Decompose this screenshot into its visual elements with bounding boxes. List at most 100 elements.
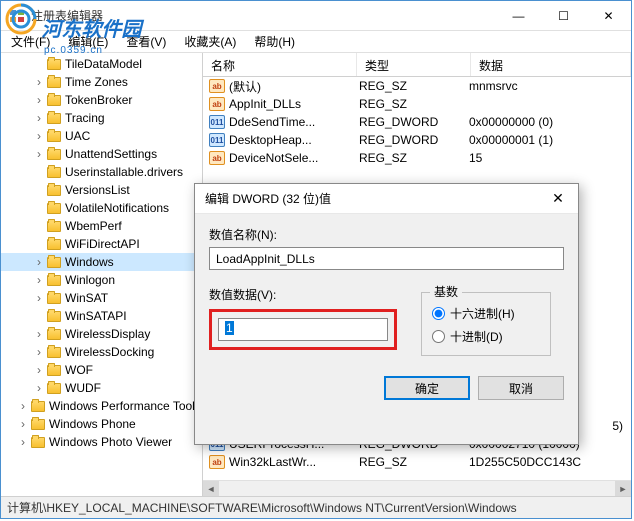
expand-icon[interactable]: › <box>33 111 45 125</box>
tree-item-label: WirelessDocking <box>65 345 154 359</box>
expand-icon[interactable]: › <box>33 363 45 377</box>
tree-item[interactable]: ›Time Zones <box>1 73 202 91</box>
tree-item[interactable]: ›UnattendSettings <box>1 145 202 163</box>
ok-button[interactable]: 确定 <box>384 376 470 400</box>
tree-item[interactable]: VersionsList <box>1 181 202 199</box>
expand-icon[interactable]: › <box>33 75 45 89</box>
value-name-label: 数值名称(N): <box>209 226 564 243</box>
expand-icon[interactable]: › <box>33 345 45 359</box>
tree-item-label: WUDF <box>65 381 101 395</box>
tree-item-label: TokenBroker <box>65 93 132 107</box>
tree-item-label: TileDataModel <box>65 57 142 71</box>
value-data: 1D255C50DCC143C <box>469 455 631 469</box>
tree-item[interactable]: ›Windows Photo Viewer <box>1 433 202 451</box>
tree-item[interactable]: ›Windows Phone <box>1 415 202 433</box>
radio-hex[interactable]: 十六进制(H) <box>432 305 540 322</box>
minimize-button[interactable]: — <box>496 1 541 30</box>
value-name: DeviceNotSele... <box>229 151 359 165</box>
dialog-body: 数值名称(N): 数值数据(V): 1 基数 十六进制(H) <box>195 214 578 444</box>
scroll-left-icon[interactable]: ◄ <box>203 481 219 496</box>
tree-item-label: VersionsList <box>65 183 130 197</box>
dialog-close-button[interactable]: ✕ <box>538 184 578 213</box>
value-row[interactable]: abDeviceNotSele...REG_SZ15 <box>203 149 631 167</box>
value-type: REG_DWORD <box>359 115 469 129</box>
value-row[interactable]: 011DdeSendTime...REG_DWORD0x00000000 (0) <box>203 113 631 131</box>
folder-icon <box>47 221 61 232</box>
value-name-input[interactable] <box>209 247 564 270</box>
radio-dec-input[interactable] <box>432 330 445 343</box>
tree-pane[interactable]: TileDataModel›Time Zones›TokenBroker›Tra… <box>1 53 203 496</box>
column-type[interactable]: 类型 <box>357 53 471 76</box>
column-data[interactable]: 数据 <box>471 53 631 76</box>
tree-item[interactable]: › Windows Performance Toolk <box>1 397 202 415</box>
expand-icon[interactable]: › <box>33 147 45 161</box>
expand-icon[interactable]: › <box>33 273 45 287</box>
menu-edit[interactable]: 编辑(E) <box>64 31 112 52</box>
radio-dec[interactable]: 十进制(D) <box>432 328 540 345</box>
value-name: DdeSendTime... <box>229 115 359 129</box>
tree-item[interactable]: › Windows <box>1 253 202 271</box>
tree-item[interactable]: VolatileNotifications <box>1 199 202 217</box>
tree-item-label: Windows Performance Toolk <box>49 399 201 413</box>
value-type: REG_SZ <box>359 79 469 93</box>
tree-item[interactable]: WiFiDirectAPI <box>1 235 202 253</box>
expand-icon[interactable]: › <box>33 381 45 395</box>
folder-icon <box>31 437 45 448</box>
value-data-label: 数值数据(V): <box>209 286 397 303</box>
tree-item[interactable]: ›WOF <box>1 361 202 379</box>
column-name[interactable]: 名称 <box>203 53 357 76</box>
radio-hex-input[interactable] <box>432 307 445 320</box>
expand-icon[interactable]: › <box>33 93 45 107</box>
expand-icon[interactable]: › <box>33 291 45 305</box>
maximize-button[interactable]: ☐ <box>541 1 586 30</box>
value-row[interactable]: abAppInit_DLLsREG_SZ <box>203 95 631 113</box>
cancel-button[interactable]: 取消 <box>478 376 564 400</box>
tree-item[interactable]: ›Tracing <box>1 109 202 127</box>
folder-icon <box>47 365 61 376</box>
value-data-input[interactable] <box>218 318 388 341</box>
folder-icon <box>31 419 45 430</box>
menu-help[interactable]: 帮助(H) <box>250 31 299 52</box>
folder-icon <box>47 149 61 160</box>
expand-icon[interactable]: › <box>33 255 45 269</box>
menu-file[interactable]: 文件(F) <box>7 31 54 52</box>
menu-favorites[interactable]: 收藏夹(A) <box>180 31 240 52</box>
tree-item[interactable]: ›Winlogon <box>1 271 202 289</box>
folder-icon <box>47 329 61 340</box>
app-icon <box>9 8 25 24</box>
value-data: 0x00000001 (1) <box>469 133 631 147</box>
tree-item-label: UAC <box>65 129 90 143</box>
tree-item[interactable]: › WirelessDocking <box>1 343 202 361</box>
window-title: 注册表编辑器 <box>31 7 496 24</box>
value-data: 0x00000000 (0) <box>469 115 631 129</box>
tree-item[interactable]: TileDataModel <box>1 55 202 73</box>
expand-icon[interactable]: › <box>17 417 29 431</box>
tree-item[interactable]: › WUDF <box>1 379 202 397</box>
tree-item[interactable]: ›WirelessDisplay <box>1 325 202 343</box>
scroll-right-icon[interactable]: ► <box>615 481 631 496</box>
folder-icon <box>47 131 61 142</box>
close-button[interactable]: ✕ <box>586 1 631 30</box>
tree-item[interactable]: › TokenBroker <box>1 91 202 109</box>
expand-icon[interactable]: › <box>17 435 29 449</box>
expand-icon[interactable]: › <box>17 399 29 413</box>
folder-icon <box>31 401 45 412</box>
tree-item-label: Windows <box>65 255 114 269</box>
tree-item[interactable]: Userinstallable.drivers <box>1 163 202 181</box>
tree-item[interactable]: WinSATAPI <box>1 307 202 325</box>
tree-item[interactable]: ›WinSAT <box>1 289 202 307</box>
base-label: 基数 <box>430 283 462 300</box>
tree-item[interactable]: › UAC <box>1 127 202 145</box>
scroll-track[interactable] <box>219 481 615 496</box>
value-row[interactable]: ab(默认)REG_SZmnmsrvc <box>203 77 631 95</box>
expand-icon[interactable]: › <box>33 129 45 143</box>
value-row[interactable]: 011DesktopHeap...REG_DWORD0x00000001 (1) <box>203 131 631 149</box>
value-data: 15 <box>469 151 631 165</box>
menu-view[interactable]: 查看(V) <box>122 31 170 52</box>
statusbar: 计算机\HKEY_LOCAL_MACHINE\SOFTWARE\Microsof… <box>1 496 631 518</box>
expand-icon[interactable]: › <box>33 327 45 341</box>
value-name: Win32kLastWr... <box>229 455 359 469</box>
tree-item[interactable]: WbemPerf <box>1 217 202 235</box>
value-row[interactable]: abWin32kLastWr...REG_SZ1D255C50DCC143C <box>203 453 631 471</box>
horizontal-scrollbar[interactable]: ◄ ► <box>203 480 631 496</box>
